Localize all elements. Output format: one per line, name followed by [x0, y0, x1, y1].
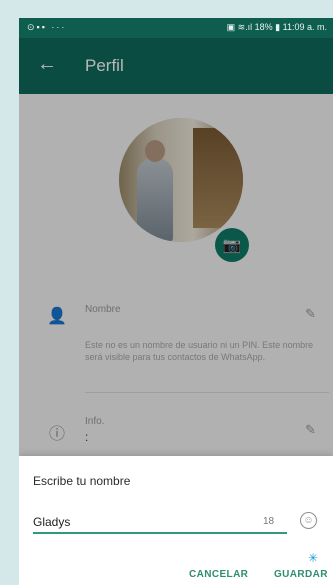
sheet-title: Escribe tu nombre [33, 474, 131, 488]
save-button[interactable]: GUARDAR [274, 569, 328, 580]
status-right-info: ▣ ≋.ıl 18% ▮ 11:09 a. m. [226, 22, 327, 32]
phone-screen: ⊙▪▪ ··· ▣ ≋.ıl 18% ▮ 11:09 a. m. ← Perfi… [19, 18, 333, 585]
status-left-icons: ⊙▪▪ ··· [27, 22, 67, 32]
status-bar: ⊙▪▪ ··· ▣ ≋.ıl 18% ▮ 11:09 a. m. [19, 18, 333, 38]
name-input[interactable] [33, 514, 238, 530]
emoji-icon[interactable]: ☺ [300, 512, 317, 529]
input-underline [33, 532, 287, 534]
cancel-button[interactable]: CANCELAR [189, 569, 248, 580]
edit-name-sheet: Escribe tu nombre 18 ☺ CANCELAR GUARDAR [19, 456, 333, 585]
tap-cursor-icon: ✳ [308, 551, 319, 565]
char-counter: 18 [263, 516, 275, 527]
